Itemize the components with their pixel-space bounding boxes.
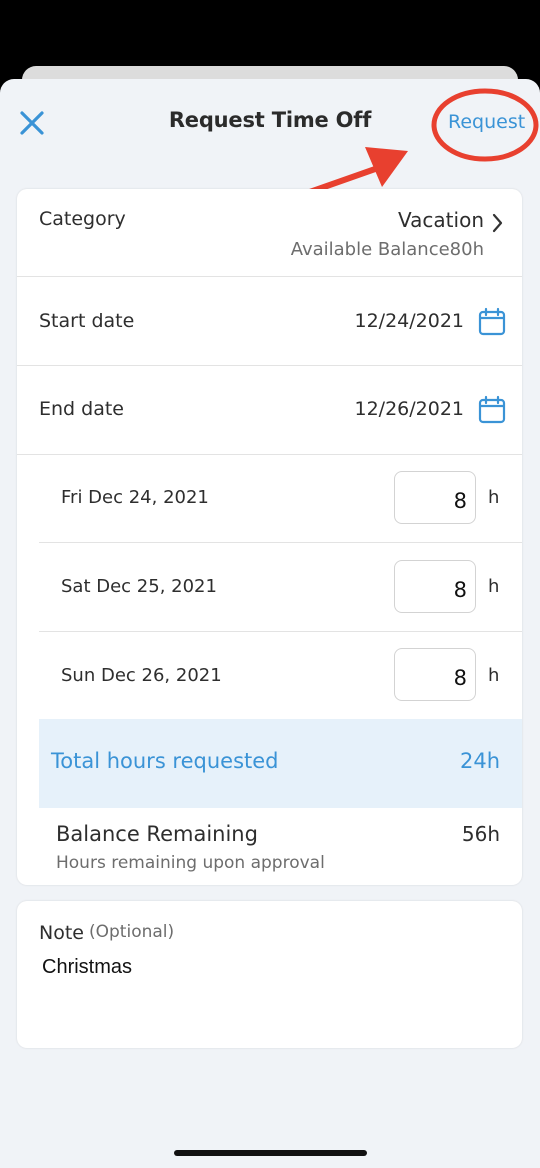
note-input[interactable]: Christmas (42, 956, 132, 979)
end-date-value[interactable]: 12/26/2021 (354, 398, 464, 420)
note-card[interactable]: Note (Optional) Christmas (17, 901, 522, 1048)
balance-remaining-value: 56h (461, 822, 500, 846)
day-label: Sun Dec 26, 2021 (61, 665, 222, 686)
hours-unit: h (488, 487, 500, 508)
balance-remaining-label: Balance Remaining (56, 822, 258, 846)
end-date-label: End date (39, 398, 124, 420)
request-button[interactable]: Request (448, 111, 525, 133)
day-row: Sat Dec 25, 2021 8 h (17, 543, 522, 631)
end-date-row[interactable]: End date 12/26/2021 (17, 366, 522, 454)
note-label: Note (39, 922, 84, 944)
day-row: Fri Dec 24, 2021 8 h (17, 455, 522, 543)
time-off-form-card: Category Vacation Available Balance80h S… (17, 189, 522, 885)
total-hours-label: Total hours requested (51, 749, 279, 773)
day-row: Sun Dec 26, 2021 8 h (17, 632, 522, 719)
balance-remaining-sub: Hours remaining upon approval (56, 853, 325, 873)
hours-input[interactable]: 8 (394, 648, 476, 701)
day-label: Sat Dec 25, 2021 (61, 576, 217, 597)
home-indicator (174, 1150, 367, 1156)
hours-input[interactable]: 8 (394, 471, 476, 524)
available-balance: Available Balance80h (290, 239, 484, 260)
category-row[interactable]: Category Vacation Available Balance80h (17, 189, 522, 277)
hours-input[interactable]: 8 (394, 560, 476, 613)
total-hours-row: Total hours requested 24h (39, 719, 522, 808)
balance-remaining-row: Balance Remaining 56h Hours remaining up… (17, 808, 522, 885)
chevron-right-icon (492, 213, 503, 233)
calendar-icon[interactable] (477, 307, 507, 337)
start-date-row[interactable]: Start date 12/24/2021 (17, 277, 522, 365)
start-date-label: Start date (39, 310, 135, 332)
category-label: Category (39, 208, 126, 230)
note-optional: (Optional) (89, 922, 175, 942)
day-label: Fri Dec 24, 2021 (61, 487, 209, 508)
hours-unit: h (488, 576, 500, 597)
hours-unit: h (488, 665, 500, 686)
total-hours-value: 24h (459, 749, 500, 773)
category-value: Vacation (398, 208, 484, 232)
calendar-icon[interactable] (477, 395, 507, 425)
start-date-value[interactable]: 12/24/2021 (354, 310, 464, 332)
